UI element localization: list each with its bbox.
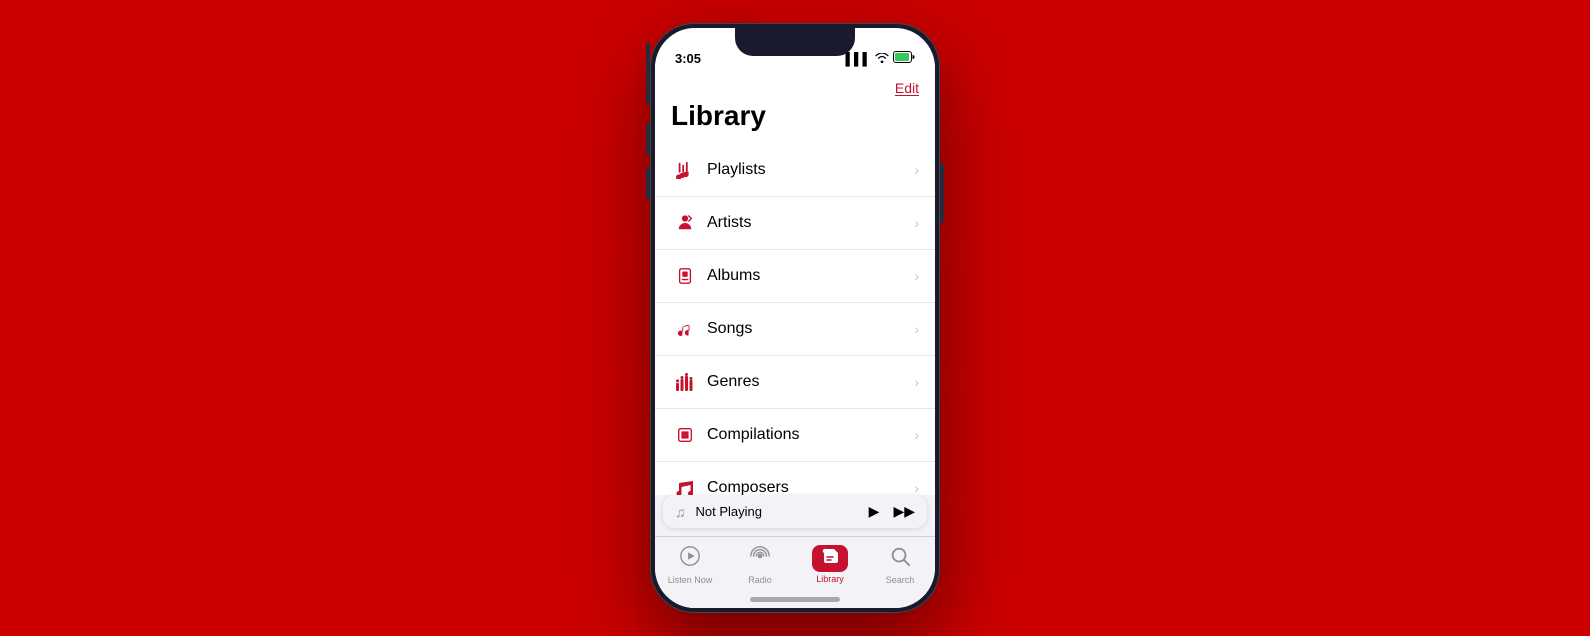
library-label: Library: [816, 574, 844, 584]
genres-label: Genres: [707, 373, 914, 391]
battery-icon: [893, 51, 915, 66]
library-list: Playlists › Artists ›: [655, 144, 935, 495]
status-time: 3:05: [675, 51, 701, 66]
list-item-genres[interactable]: Genres ›: [655, 356, 935, 409]
list-item-artists[interactable]: Artists ›: [655, 197, 935, 250]
library-tab-bg: [812, 545, 848, 572]
list-item-compilations[interactable]: Compilations ›: [655, 409, 935, 462]
playlists-chevron: ›: [914, 162, 919, 178]
compilations-chevron: ›: [914, 427, 919, 443]
compilations-label: Compilations: [707, 426, 914, 444]
signal-icon: ▌▌▌: [845, 52, 871, 66]
listen-now-icon: [679, 545, 701, 573]
artists-label: Artists: [707, 214, 914, 232]
compilations-icon: [671, 421, 699, 449]
page-header: Edit: [655, 72, 935, 100]
tab-radio[interactable]: Radio: [725, 545, 795, 585]
tab-library[interactable]: Library: [795, 545, 865, 584]
genres-chevron: ›: [914, 374, 919, 390]
status-icons: ▌▌▌: [845, 51, 915, 66]
play-button[interactable]: ▶: [869, 503, 880, 520]
list-item-songs[interactable]: Songs ›: [655, 303, 935, 356]
list-item-albums[interactable]: Albums ›: [655, 250, 935, 303]
page-title: Library: [655, 100, 935, 144]
notch: [735, 28, 855, 56]
mini-player-controls: ▶ ▶▶: [869, 503, 915, 520]
edit-button[interactable]: Edit: [895, 80, 919, 96]
tab-listen-now[interactable]: Listen Now: [655, 545, 725, 585]
phone-screen: 3:05 ▌▌▌: [655, 28, 935, 608]
songs-icon: [671, 315, 699, 343]
composers-chevron: ›: [914, 480, 919, 495]
mini-player-text: Not Playing: [696, 504, 859, 519]
radio-icon: [749, 545, 771, 573]
artists-icon: [671, 209, 699, 237]
playlist-icon: [671, 156, 699, 184]
search-icon: [889, 545, 911, 573]
composers-icon: [671, 474, 699, 495]
playlists-label: Playlists: [707, 161, 914, 179]
content-area: Edit Library: [655, 72, 935, 495]
albums-chevron: ›: [914, 268, 919, 284]
search-label: Search: [886, 575, 915, 585]
radio-label: Radio: [748, 575, 772, 585]
mini-player[interactable]: ♫ Not Playing ▶ ▶▶: [663, 495, 927, 528]
songs-label: Songs: [707, 320, 914, 338]
artists-chevron: ›: [914, 215, 919, 231]
genres-icon: [671, 368, 699, 396]
albums-label: Albums: [707, 267, 914, 285]
phone-container: 3:05 ▌▌▌: [650, 23, 940, 613]
library-icon: [820, 547, 840, 569]
home-indicator: [750, 597, 840, 602]
tab-search[interactable]: Search: [865, 545, 935, 585]
wifi-icon: [875, 52, 889, 66]
status-bar: 3:05 ▌▌▌: [655, 28, 935, 72]
forward-button[interactable]: ▶▶: [893, 503, 915, 520]
list-item-playlists[interactable]: Playlists ›: [655, 144, 935, 197]
listen-now-label: Listen Now: [668, 575, 713, 585]
list-item-composers[interactable]: Composers ›: [655, 462, 935, 495]
songs-chevron: ›: [914, 321, 919, 337]
mini-player-music-icon: ♫: [675, 504, 686, 520]
albums-icon: [671, 262, 699, 290]
composers-label: Composers: [707, 479, 914, 495]
